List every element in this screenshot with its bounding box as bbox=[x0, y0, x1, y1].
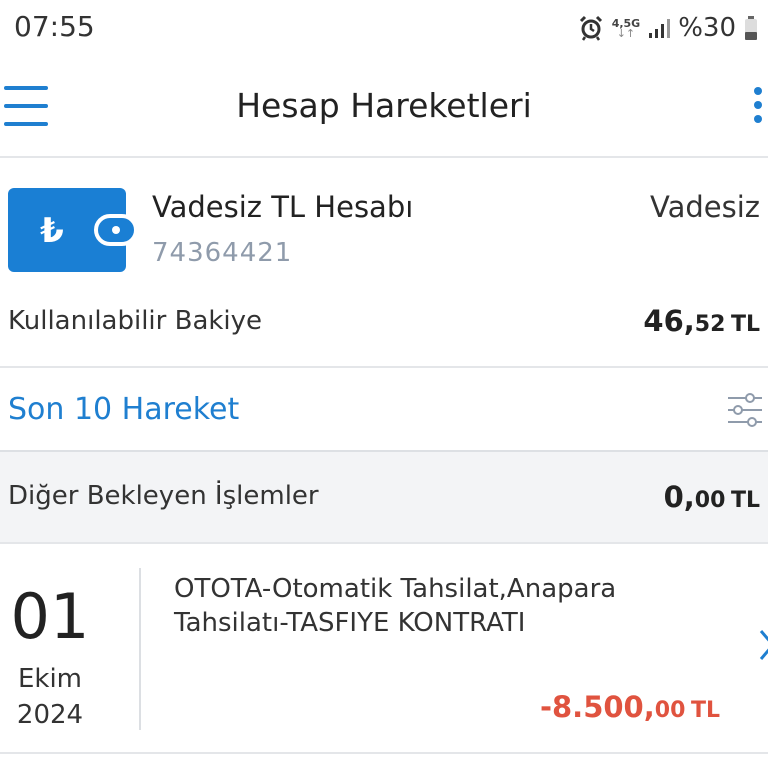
transaction-amount-decimal: 00 bbox=[654, 698, 686, 723]
balance-integer: 46, bbox=[643, 304, 695, 338]
pending-amount-integer: 0, bbox=[663, 480, 695, 514]
transaction-divider bbox=[139, 568, 141, 730]
account-card[interactable]: ₺ Vadesiz TL Hesabı 74364421 Vadesiz Kul… bbox=[0, 160, 768, 368]
transaction-month: Ekim bbox=[17, 664, 83, 694]
filter-sliders-icon[interactable] bbox=[728, 392, 762, 428]
battery-percent: %30 bbox=[678, 13, 736, 43]
pending-label: Diğer Bekleyen İşlemler bbox=[8, 481, 319, 511]
balance-decimal: 52 bbox=[694, 312, 726, 337]
transaction-day: 01 bbox=[10, 580, 90, 653]
data-arrows-icon: ↓↑ bbox=[616, 26, 636, 40]
last-moves-title: Son 10 Hareket bbox=[8, 392, 240, 427]
transaction-amount-unit: TL bbox=[690, 698, 720, 723]
transaction-year: 2024 bbox=[16, 700, 84, 730]
pending-transactions-row[interactable]: Diğer Bekleyen İşlemler 0,00 TL bbox=[0, 452, 768, 544]
status-bar: 07:55 4,5G ↓↑ %30 bbox=[0, 0, 768, 56]
status-time: 07:55 bbox=[14, 10, 95, 43]
balance-value: 46,52 TL bbox=[643, 304, 760, 338]
pending-amount-unit: TL bbox=[730, 488, 760, 513]
transaction-amount-integer: -8.500, bbox=[539, 690, 655, 724]
pending-amount: 0,00 TL bbox=[664, 480, 760, 514]
network-type-indicator: 4,5G ↓↑ bbox=[612, 18, 641, 39]
app-bar: Hesap Hareketleri bbox=[0, 56, 768, 158]
lira-symbol: ₺ bbox=[40, 211, 64, 251]
page-title: Hesap Hareketleri bbox=[236, 86, 532, 125]
pending-amount-decimal: 00 bbox=[694, 488, 726, 513]
transaction-amount: -8.500,00 TL bbox=[540, 690, 720, 724]
alarm-icon bbox=[579, 15, 602, 41]
battery-icon bbox=[745, 16, 757, 40]
status-icons: 4,5G ↓↑ %30 bbox=[578, 12, 758, 44]
wallet-icon: ₺ bbox=[8, 188, 136, 272]
account-number: 74364421 bbox=[152, 238, 293, 268]
transaction-description: OTOTA-Otomatik Tahsilat,Anapara Tahsilat… bbox=[174, 574, 617, 638]
balance-label: Kullanılabilir Bakiye bbox=[8, 306, 263, 336]
balance-unit: TL bbox=[730, 312, 760, 337]
chevron-right-icon[interactable] bbox=[758, 628, 768, 662]
signal-icon bbox=[649, 19, 671, 38]
account-type: Vadesiz bbox=[650, 190, 760, 224]
account-name: Vadesiz TL Hesabı bbox=[152, 190, 414, 224]
more-vertical-icon[interactable] bbox=[746, 86, 768, 128]
last-moves-header: Son 10 Hareket bbox=[0, 368, 768, 452]
transaction-row[interactable]: 01 Ekim 2024 OTOTA-Otomatik Tahsilat,Ana… bbox=[0, 544, 768, 754]
